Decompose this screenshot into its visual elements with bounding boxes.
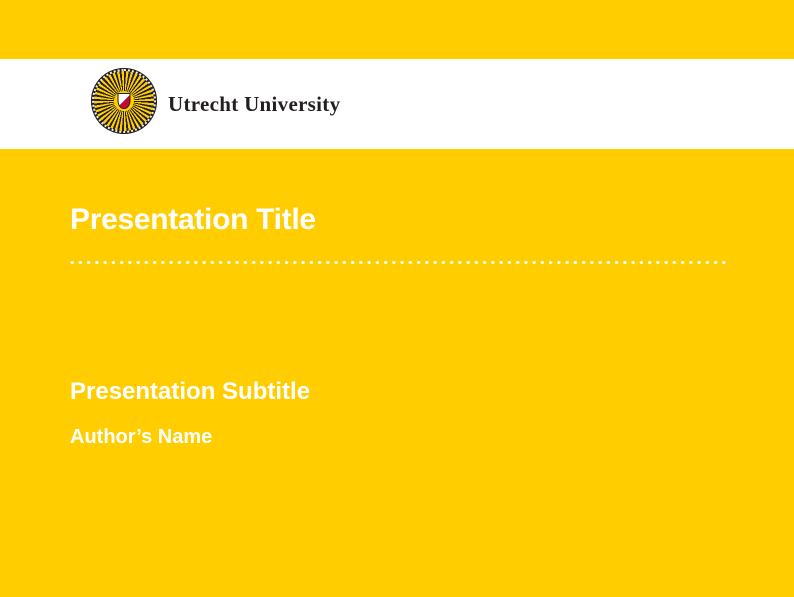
header-band: Utrecht University — [0, 59, 794, 149]
author-name: Author’s Name — [70, 427, 212, 447]
utrecht-university-logo-icon — [91, 68, 157, 134]
presentation-title: Presentation Title — [70, 205, 316, 235]
presentation-subtitle: Presentation Subtitle — [70, 380, 310, 404]
university-name: Utrecht University — [168, 92, 340, 116]
title-slide: Utrecht University Presentation Title Pr… — [0, 0, 794, 597]
shield-icon — [118, 93, 131, 109]
dotted-divider — [68, 260, 728, 265]
